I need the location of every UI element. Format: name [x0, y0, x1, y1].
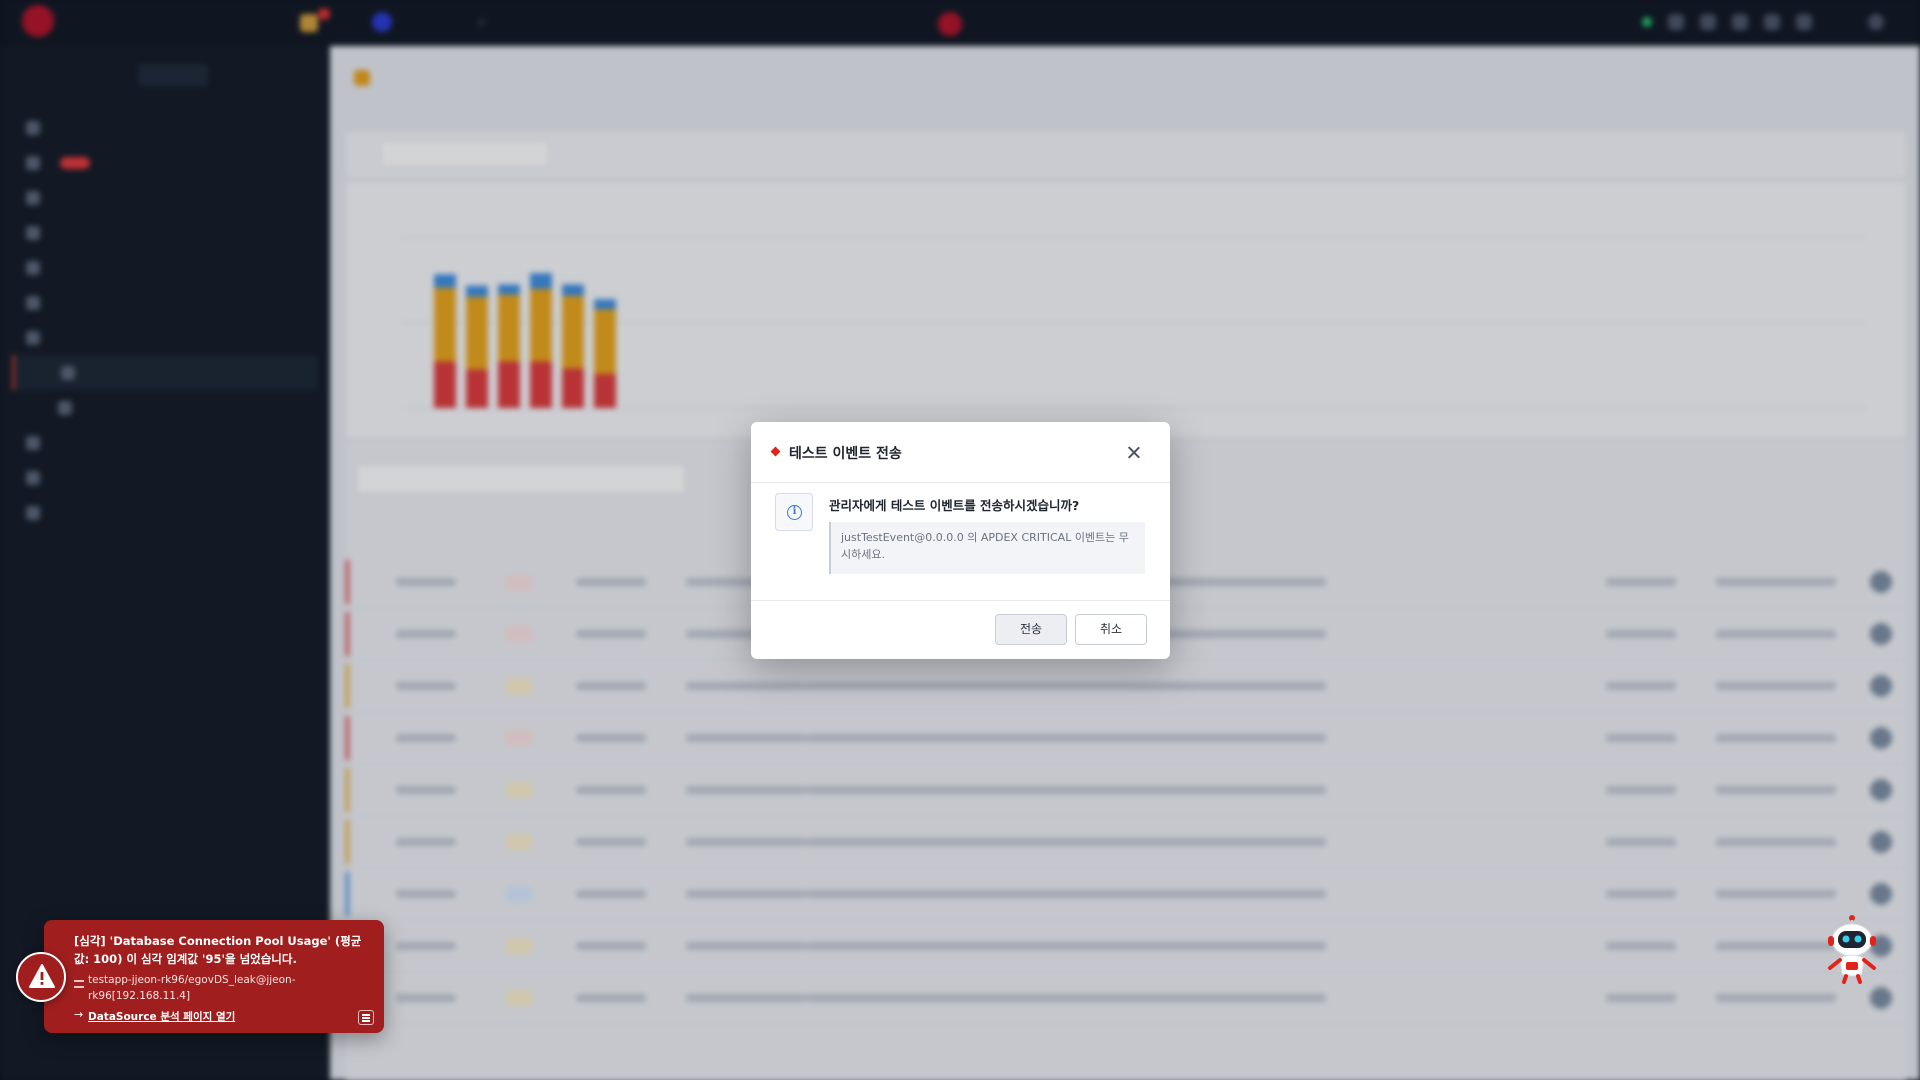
arrow-right-icon: → [74, 1008, 84, 1021]
test-event-dialog: 테스트 이벤트 전송 i 관리자에게 테스트 이벤트를 전송하시겠습니까? ju… [751, 422, 1170, 659]
toast-message: [심각] 'Database Connection Pool Usage' (평… [74, 934, 362, 966]
close-icon[interactable] [1123, 442, 1145, 464]
red-diamond-icon [770, 446, 781, 457]
dialog-note: justTestEvent@0.0.0.0 의 APDEX CRITICAL 이… [829, 522, 1145, 574]
send-button[interactable]: 전송 [995, 614, 1067, 645]
datasource-analysis-link[interactable]: DataSource 분석 페이지 열기 [88, 1009, 235, 1024]
dialog-question: 관리자에게 테스트 이벤트를 전송하시겠습니까? [829, 498, 1080, 513]
robot-assistant-icon[interactable] [1822, 912, 1882, 984]
dialog-header: 테스트 이벤트 전송 [751, 422, 1170, 483]
info-circle-icon: i [787, 505, 802, 520]
warning-triangle-icon [16, 952, 66, 1002]
cancel-button[interactable]: 취소 [1075, 614, 1147, 645]
info-icon-box: i [775, 493, 813, 531]
alert-toast: [심각] 'Database Connection Pool Usage' (평… [44, 920, 384, 1033]
dialog-title: 테스트 이벤트 전송 [789, 446, 902, 462]
list-icon[interactable] [358, 1010, 374, 1025]
toast-source: testapp-jjeon-rk96/egovDS_leak@jjeon-rk9… [88, 974, 296, 1002]
server-icon [74, 980, 84, 988]
dialog-footer: 전송 취소 [751, 600, 1170, 659]
